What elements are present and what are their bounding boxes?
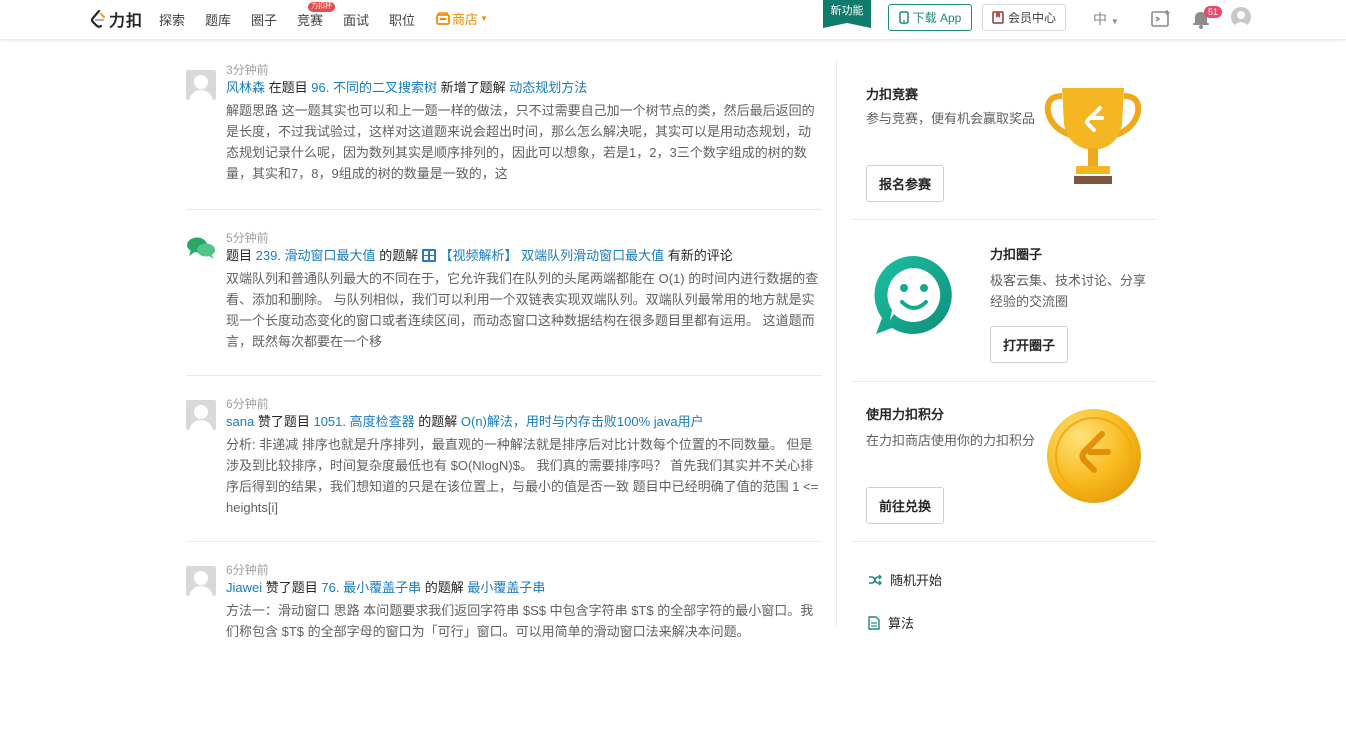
top-navbar: 力扣 探索 题库 圈子 竞赛 力扣杯 面试 职位 商店 ▼ 新功能 下载 App… (0, 0, 1346, 40)
feed-item: 6分钟前 Jiawei 赞了题目 76. 最小覆盖子串 的题解 最小覆盖子串 方… (186, 542, 822, 742)
random-start-link[interactable]: 随机开始 (868, 570, 942, 589)
points-card-title: 使用力扣积分 (866, 407, 945, 422)
open-circle-button[interactable]: 打开圈子 (990, 326, 1069, 363)
feed-action-text: 新增了题解 (440, 80, 506, 95)
language-selector[interactable]: 中 ▼ (1093, 9, 1119, 29)
feed-solution-link[interactable]: 最小覆盖子串 (467, 580, 545, 595)
feed-solution-link[interactable]: 动态规划方法 (509, 80, 587, 95)
feed-problem-link[interactable]: 76. 最小覆盖子串 (321, 580, 421, 595)
user-avatar-icon (1233, 11, 1249, 27)
nav-jobs[interactable]: 职位 (389, 10, 415, 29)
user-avatar[interactable] (186, 566, 216, 596)
feed-problem-link[interactable]: 1051. 高度检查器 (313, 414, 414, 429)
user-avatar[interactable] (1231, 7, 1251, 27)
feed-user-link[interactable]: 风林森 (226, 80, 265, 95)
trophy-icon (1044, 88, 1142, 184)
circle-card-title: 力扣圈子 (990, 247, 1043, 262)
vip-center-button[interactable]: 会员中心 (982, 4, 1066, 31)
feed-time: 6分钟前 (226, 397, 269, 411)
column-divider (836, 60, 837, 627)
feed-solution-link[interactable]: O(n)解法，用时与内存击败100% java用户 (461, 414, 704, 429)
contest-card-title: 力扣竞赛 (866, 87, 919, 102)
leetcode-logo-icon (90, 10, 106, 28)
chevron-down-icon: ▼ (1110, 17, 1119, 26)
phone-icon (898, 11, 909, 24)
comment-icon (187, 237, 215, 259)
feed-headline: sana 赞了题目 1051. 高度检查器 的题解 O(n)解法，用时与内存击败… (226, 412, 822, 432)
nav-contest[interactable]: 竞赛 (297, 10, 323, 29)
new-feature-ribbon[interactable]: 新功能 (823, 0, 871, 28)
feed-headline: Jiawei 赞了题目 76. 最小覆盖子串 的题解 最小覆盖子串 (226, 578, 822, 598)
download-app-label: 下载 App (912, 11, 962, 25)
feed-action-text: 的题解 (379, 248, 419, 263)
feed-item: 6分钟前 sana 赞了题目 1051. 高度检查器 的题解 O(n)解法，用时… (186, 376, 822, 542)
feed-problem-link[interactable]: 96. 不同的二叉搜索树 (311, 80, 437, 95)
contest-signup-button[interactable]: 报名参赛 (866, 165, 945, 202)
store-icon (436, 12, 450, 25)
vip-center-label: 会员中心 (1007, 11, 1056, 25)
contest-badge: 力扣杯 (308, 2, 335, 12)
vip-bookmark-icon (992, 11, 1004, 24)
random-start-label: 随机开始 (890, 573, 943, 588)
feed-action-text: 的题解 (418, 414, 458, 429)
nav-interview[interactable]: 面试 (343, 10, 369, 29)
circle-card: 力扣圈子 极客云集、技术讨论、分享经验的交流圈 打开圈子 (852, 220, 1156, 382)
circle-card-desc: 极客云集、技术讨论、分享经验的交流圈 (990, 273, 1147, 309)
feed-headline: 题目 239. 滑动窗口最大值 的题解 【视频解析】 双端队列滑动窗口最大值 有… (226, 246, 822, 266)
user-avatar[interactable] (186, 70, 216, 100)
feed-item: 3分钟前 风林森 在题目 96. 不同的二叉搜索树 新增了题解 动态规划方法 解… (186, 62, 822, 210)
feed-action-text: 有新的评论 (667, 248, 733, 263)
points-card: 使用力扣积分 在力扣商店使用你的力扣积分 前往兑换 (852, 382, 1156, 542)
playground-icon[interactable] (1150, 8, 1172, 30)
feed-item: 5分钟前 题目 239. 滑动窗口最大值 的题解 【视频解析】 双端队列滑动窗口… (186, 210, 822, 376)
feed-user-link[interactable]: Jiawei (226, 580, 262, 595)
feed-action-text: 赞了题目 (265, 580, 318, 595)
shuffle-icon (869, 574, 882, 585)
document-icon (868, 615, 880, 630)
feed-solution-link[interactable]: 【视频解析】 双端队列滑动窗口最大值 (439, 248, 664, 263)
feed-headline: 风林森 在题目 96. 不同的二叉搜索树 新增了题解 动态规划方法 (226, 78, 822, 98)
nav-store[interactable]: 商店 ▼ (436, 9, 488, 28)
language-label: 中 (1093, 11, 1107, 27)
algorithms-link[interactable]: 算法 (868, 613, 914, 632)
feed-action-text: 的题解 (424, 580, 464, 595)
coin-icon (1047, 409, 1141, 503)
chevron-down-icon: ▼ (480, 14, 488, 23)
redeem-points-button[interactable]: 前往兑换 (866, 487, 945, 524)
feed-action-text: 题目 (226, 248, 253, 263)
points-card-desc: 在力扣商店使用你的力扣积分 (866, 433, 1036, 448)
nav-explore[interactable]: 探索 (159, 10, 185, 29)
contest-card: 力扣竞赛 参与竞赛，便有机会赢取奖品 报名参赛 (852, 62, 1156, 220)
feed-body[interactable]: 解题思路 这一题其实也可以和上一题一样的做法，只不过需要自己加一个树节点的类，然… (226, 100, 822, 184)
nav-circle[interactable]: 圈子 (251, 10, 277, 29)
logo-text: 力扣 (109, 13, 144, 30)
notification-count-badge: 51 (1204, 6, 1223, 18)
feed-time: 3分钟前 (226, 63, 269, 77)
download-app-button[interactable]: 下载 App (888, 4, 972, 31)
contest-card-desc: 参与竞赛，便有机会赢取奖品 (866, 111, 1036, 126)
feed-body[interactable]: 分析: 非递减 排序也就是升序排列，最直观的一种解法就是排序后对比计数每个位置的… (226, 434, 822, 518)
feed-time: 6分钟前 (226, 563, 269, 577)
algorithms-label: 算法 (888, 616, 915, 631)
leetcode-logo[interactable]: 力扣 (90, 8, 143, 30)
video-icon (421, 249, 436, 262)
store-label: 商店 (452, 12, 479, 27)
smiley-chat-icon (874, 256, 952, 334)
activity-feed: 3分钟前 风林森 在题目 96. 不同的二叉搜索树 新增了题解 动态规划方法 解… (186, 58, 822, 742)
feed-body[interactable]: 方法一：滑动窗口 思路 本问题要求我们返回字符串 $S$ 中包含字符串 $T$ … (226, 600, 822, 642)
nav-problemset[interactable]: 题库 (205, 10, 231, 29)
feed-time: 5分钟前 (226, 231, 269, 245)
feed-problem-link[interactable]: 239. 滑动窗口最大值 (256, 248, 376, 263)
feed-action-text: 在题目 (268, 80, 308, 95)
feed-body[interactable]: 双端队列和普通队列最大的不同在于，它允许我们在队列的头尾两端都能在 O(1) 的… (226, 268, 822, 352)
feed-user-link[interactable]: sana (226, 414, 254, 429)
user-avatar[interactable] (186, 400, 216, 430)
feed-action-text: 赞了题目 (257, 414, 310, 429)
